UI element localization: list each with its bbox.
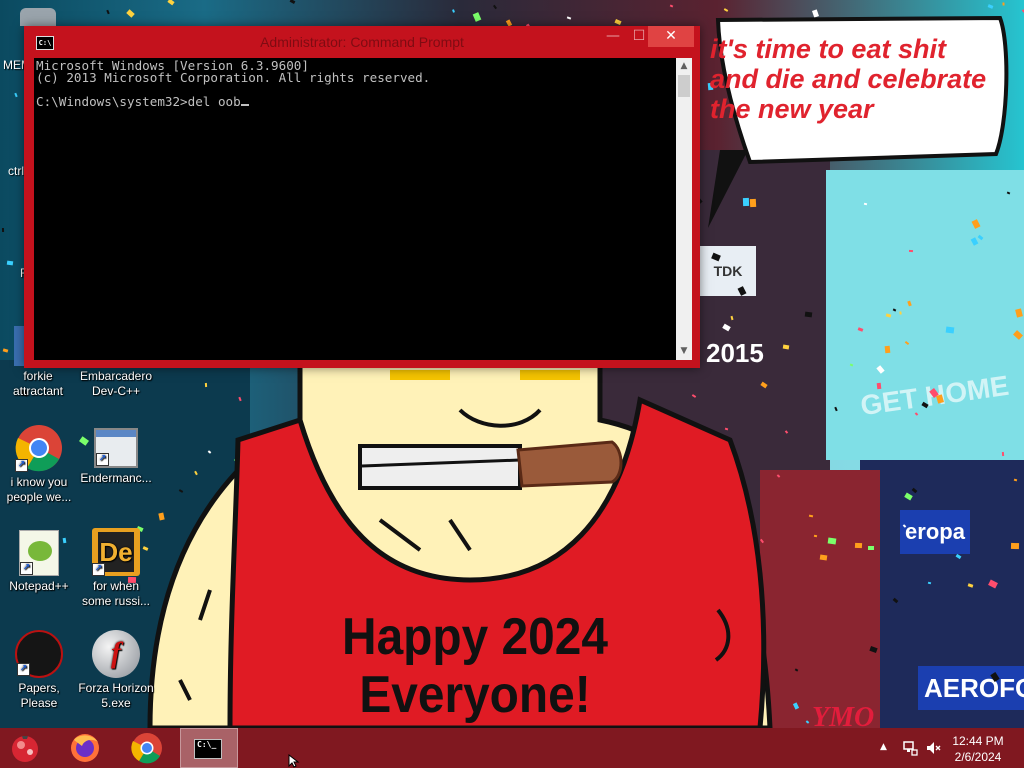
- speech-line-1: it's time to eat shit: [710, 34, 946, 64]
- desktop-icon-label: i know you: [10, 475, 68, 489]
- wallpaper-banner-text: Happy 2024 Everyone!: [314, 608, 636, 724]
- shortcut-arrow-icon: ↗: [20, 562, 33, 575]
- banner-line-1: Happy 2024: [342, 608, 608, 666]
- minimize-button[interactable]: —: [600, 26, 626, 47]
- banner-line-2: Everyone!: [359, 666, 591, 724]
- desktop-icon-endermanch[interactable]: ↗ Endermanc...: [78, 424, 154, 486]
- clock-time: 12:44 PM: [952, 734, 1004, 748]
- desktop-icon-label: some russi...: [81, 594, 150, 608]
- clock-date: 2/6/2024: [954, 750, 1002, 764]
- desktop-icon-russian[interactable]: De ↗ for when some russi...: [78, 528, 154, 609]
- desktop-icon-label: Notepad++: [9, 579, 69, 593]
- speech-line-3: the new year: [710, 94, 874, 124]
- shortcut-arrow-icon: ↗: [17, 663, 30, 676]
- desktop-icon-papers-please[interactable]: ↗ Papers, Please: [1, 630, 77, 711]
- scroll-up-icon[interactable]: ▲: [676, 58, 692, 75]
- taskbar-firefox[interactable]: [56, 728, 114, 768]
- desktop-icon-label: Endermanc...: [80, 471, 152, 485]
- shortcut-arrow-icon: ↗: [15, 459, 28, 472]
- desktop-icon-label: forkie: [23, 369, 53, 383]
- desktop-icon-notepadpp[interactable]: ↗ Notepad++: [1, 530, 77, 594]
- desktop-icon-label: Dev-C++: [91, 384, 141, 398]
- chrome-icon: [131, 733, 162, 764]
- system-tray: ▲ 12:44 PM 2/6/2024: [864, 728, 1024, 768]
- desktop-icon-label: attractant: [12, 384, 64, 398]
- desktop-icon-chrome[interactable]: ↗ i know you people we...: [1, 424, 77, 505]
- network-icon[interactable]: [902, 740, 918, 756]
- desktop-icon-label: Forza Horizon: [78, 681, 154, 695]
- taskbar-chrome[interactable]: [118, 728, 176, 768]
- vertical-scrollbar[interactable]: ▲ ▼: [676, 58, 692, 360]
- window-icon: ↗: [94, 428, 138, 468]
- taskbar-cmd-active[interactable]: C:\_: [180, 728, 238, 768]
- cmd-window[interactable]: C:\ Administrator: Command Prompt — ☐ ✕ …: [24, 26, 700, 368]
- speech-line-2: and die and celebrate: [710, 64, 987, 94]
- mouse-pointer-icon: [288, 754, 300, 768]
- taskbar-clock[interactable]: 12:44 PM 2/6/2024: [948, 733, 1008, 765]
- notepadpp-icon: ↗: [19, 530, 59, 576]
- console-line: (c) 2013 Microsoft Corporation. All righ…: [36, 70, 431, 85]
- shortcut-arrow-icon: ↗: [92, 563, 105, 576]
- desktop-icon-label: Papers, Please: [18, 681, 60, 710]
- wallpaper-speech-text: it's time to eat shit and die and celebr…: [710, 34, 1010, 124]
- cmd-icon: C:\_: [194, 739, 222, 759]
- shortcut-arrow-icon: ↗: [96, 453, 109, 466]
- close-button[interactable]: ✕: [648, 26, 694, 47]
- start-button[interactable]: [0, 728, 50, 768]
- volume-muted-icon[interactable]: [926, 740, 942, 756]
- chevron-up-icon[interactable]: ▲: [880, 742, 887, 752]
- scroll-down-icon[interactable]: ▼: [676, 343, 692, 360]
- console-input-line[interactable]: C:\Windows\system32>del oob: [36, 94, 241, 109]
- text-cursor: [240, 104, 249, 106]
- cmd-console[interactable]: Microsoft Windows [Version 6.3.9600] (c)…: [34, 58, 678, 360]
- scrollbar-thumb[interactable]: [678, 75, 690, 97]
- chrome-icon: ↗: [15, 424, 63, 472]
- papers-please-icon: ↗: [15, 630, 63, 678]
- speech-bubble-tail: [708, 150, 748, 228]
- desktop-icon-label: people we...: [6, 490, 72, 504]
- character-cigar: [516, 440, 623, 488]
- start-orb-icon: [12, 736, 38, 762]
- flash-icon: f: [92, 630, 140, 678]
- taskbar: C:\_ ▲ 12:44 PM 2/6/2024: [0, 728, 1024, 768]
- desktop-icon-forza[interactable]: f Forza Horizon 5.exe: [78, 630, 154, 711]
- cmd-titlebar[interactable]: C:\ Administrator: Command Prompt — ☐ ✕: [24, 26, 700, 58]
- de-icon: De ↗: [92, 528, 140, 576]
- character-mouth: [358, 444, 522, 490]
- desktop-icon-label: Embarcadero: [79, 369, 153, 383]
- desktop-icon-label: 5.exe: [101, 696, 131, 710]
- recycle-bin-icon[interactable]: [20, 8, 56, 26]
- wallpaper-signature: YMO: [812, 702, 875, 728]
- firefox-icon: [71, 734, 99, 762]
- desktop-icon-label: for when: [92, 579, 140, 593]
- window-title: Administrator: Command Prompt: [260, 34, 464, 50]
